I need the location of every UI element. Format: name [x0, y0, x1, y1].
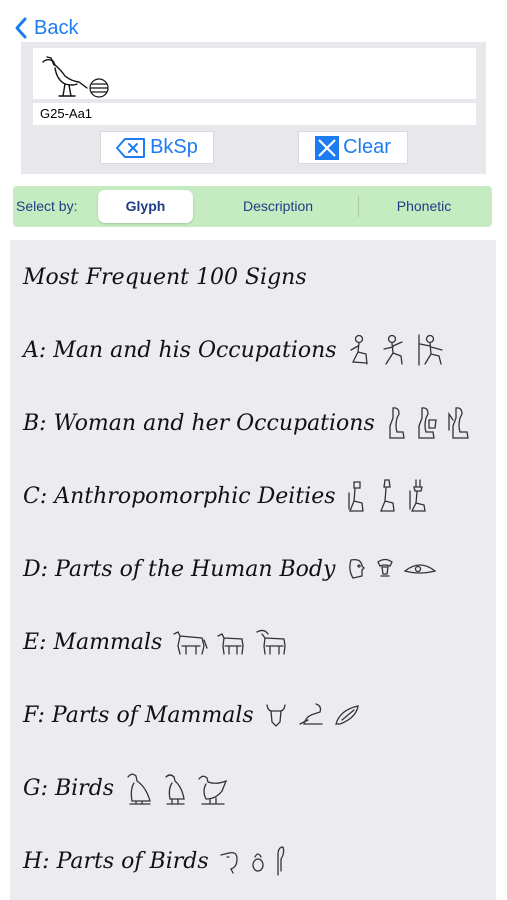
- face-hieroglyph-icon: [377, 558, 394, 577]
- category-label: D: Parts of the Human Body: [23, 556, 336, 582]
- woman-with-child-hieroglyph-icon: [418, 407, 437, 439]
- calf-hieroglyph-icon: [217, 633, 244, 655]
- category-f-parts-of-mammals[interactable]: F: Parts of Mammals: [23, 698, 362, 732]
- category-c-deities[interactable]: C: Anthropomorphic Deities: [23, 479, 430, 513]
- category-label: A: Man and his Occupations: [23, 337, 337, 363]
- glyph-composition-area[interactable]: [33, 48, 476, 99]
- select-by-control: Select by: Glyph Description Phonetic: [13, 186, 492, 227]
- category-label: H: Parts of Birds: [23, 848, 209, 874]
- glyph-composition-icons: [42, 56, 109, 98]
- kneeling-man-hieroglyph-icon: [382, 334, 403, 365]
- backspace-label: BkSp: [150, 136, 198, 158]
- category-label: B: Woman and her Occupations: [23, 410, 375, 436]
- goat-hieroglyph-icon: [256, 629, 286, 655]
- back-label: Back: [34, 16, 79, 39]
- category-e-mammals[interactable]: E: Mammals: [23, 625, 290, 659]
- feather-hieroglyph-icon: [276, 846, 284, 876]
- category-h-parts-of-birds[interactable]: H: Parts of Birds: [23, 844, 287, 878]
- category-d-human-body[interactable]: D: Parts of the Human Body: [23, 552, 437, 586]
- bull-hieroglyph-icon: [173, 631, 208, 655]
- category-a-man[interactable]: A: Man and his Occupations: [23, 333, 445, 367]
- woman-holding-hieroglyph-icon: [448, 407, 469, 439]
- clear-label: Clear: [343, 136, 391, 158]
- category-list: Most Frequent 100 Signs A: Man and his O…: [10, 240, 496, 900]
- egg-hieroglyph-icon: [251, 853, 264, 872]
- ox-head-hieroglyph-icon: [266, 704, 286, 727]
- backspace-icon: [116, 137, 146, 158]
- deity-feathers-hieroglyph-icon: [408, 479, 426, 512]
- clear-icon: [315, 135, 340, 160]
- category-label: E: Mammals: [23, 629, 163, 655]
- category-label: C: Anthropomorphic Deities: [23, 483, 336, 509]
- segment-phonetic[interactable]: Phonetic: [361, 190, 487, 223]
- deity-crown-hieroglyph-icon: [379, 479, 395, 512]
- backspace-button[interactable]: BkSp: [100, 131, 214, 164]
- category-most-frequent[interactable]: Most Frequent 100 Signs: [23, 260, 307, 294]
- deity-hieroglyph-icon: [347, 481, 364, 512]
- tongue-hieroglyph-icon: [334, 705, 359, 725]
- category-label: Most Frequent 100 Signs: [23, 264, 307, 290]
- vulture-hieroglyph-icon: [127, 773, 151, 805]
- forepart-hieroglyph-icon: [299, 703, 323, 725]
- category-g-birds[interactable]: G: Birds: [23, 771, 230, 805]
- falcon-hieroglyph-icon: [165, 774, 185, 805]
- category-label: G: Birds: [23, 775, 115, 801]
- ibis-hieroglyph-icon: [42, 56, 88, 97]
- segment-divider: [358, 196, 359, 217]
- back-button[interactable]: Back: [14, 13, 78, 43]
- chevron-left-icon: [15, 17, 27, 39]
- bird-hieroglyph-icon: [198, 775, 228, 805]
- bird-head-hieroglyph-icon: [219, 851, 238, 874]
- man-with-staff-hieroglyph-icon: [417, 334, 443, 366]
- category-b-woman[interactable]: B: Woman and her Occupations: [23, 406, 471, 440]
- placenta-hieroglyph-icon: [89, 78, 109, 98]
- clear-button[interactable]: Clear: [298, 131, 408, 164]
- segment-description[interactable]: Description: [213, 190, 343, 223]
- glyph-code-field[interactable]: G25-Aa1: [33, 103, 476, 125]
- eye-hieroglyph-icon: [404, 564, 437, 574]
- glyph-editor-panel: G25-Aa1 BkSp Clear: [21, 42, 486, 174]
- segment-glyph[interactable]: Glyph: [98, 190, 193, 223]
- select-by-label: Select by:: [16, 198, 78, 214]
- head-hieroglyph-icon: [349, 558, 366, 579]
- category-label: F: Parts of Mammals: [23, 702, 254, 728]
- seated-woman-hieroglyph-icon: [389, 407, 405, 439]
- seated-man-hieroglyph-icon: [349, 334, 368, 365]
